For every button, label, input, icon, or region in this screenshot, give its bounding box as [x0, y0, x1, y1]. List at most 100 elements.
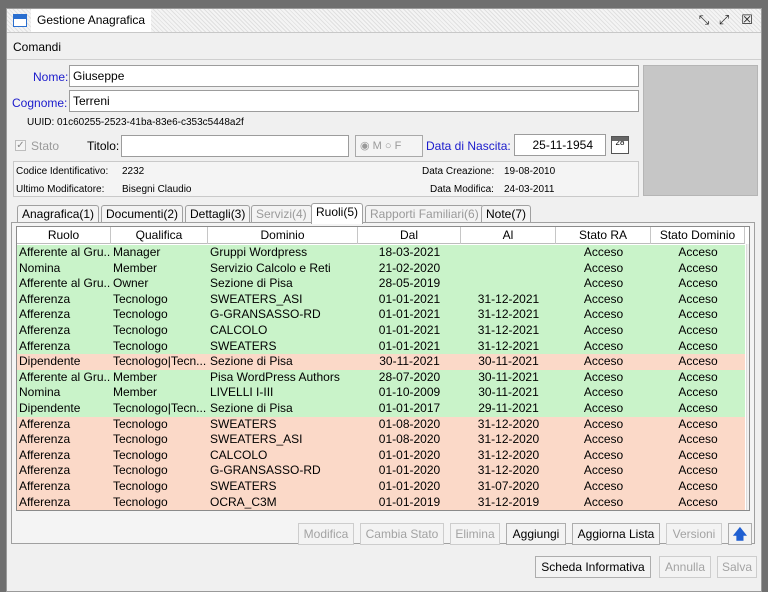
- cell-dal: 01-01-2021: [378, 323, 441, 337]
- photo-placeholder[interactable]: [643, 65, 758, 196]
- table-scrollbar[interactable]: ▲ ▼: [746, 244, 750, 510]
- menu-comandi[interactable]: Comandi: [13, 40, 61, 54]
- cell-dal: 01-01-2020: [378, 447, 441, 462]
- cell-dal: 21-02-2020: [378, 260, 441, 275]
- col-ruolo[interactable]: Ruolo: [17, 227, 111, 244]
- modifica-button[interactable]: Modifica: [298, 523, 354, 545]
- aggiorna-lista-button[interactable]: Aggiorna Lista: [572, 523, 660, 545]
- scroll-thumb[interactable]: [749, 278, 750, 322]
- titolo-input[interactable]: [121, 135, 349, 157]
- cell-qualifica: Member: [113, 385, 158, 400]
- scroll-down-icon[interactable]: ▼: [749, 496, 750, 507]
- scheda-informativa-button[interactable]: Scheda Informativa: [535, 556, 651, 578]
- table-row[interactable]: Afferenza Tecnologo CALCOLO 01-01-2021 31-12…: [17, 323, 745, 339]
- col-qualifica[interactable]: Qualifica: [111, 227, 208, 244]
- ruoli-table[interactable]: Ruolo Qualifica Dominio Dal Al Stato RA …: [16, 226, 750, 511]
- table-row[interactable]: Afferente al Gru... Manager Gruppi Wordpre…: [17, 245, 745, 261]
- cell-stato-ra: Acceso: [583, 291, 624, 306]
- modifica-value: 24-03-2011: [504, 184, 555, 195]
- table-row[interactable]: Afferenza Tecnologo SWEATERS 01-01-2020 31-0…: [17, 479, 745, 495]
- col-al[interactable]: Al: [461, 227, 556, 244]
- table-row[interactable]: Dipendente Tecnologo|Tecn... Sezione di Pi…: [17, 354, 745, 370]
- cell-stato-ra: Acceso: [583, 338, 624, 353]
- tab-anagrafica[interactable]: Anagrafica(1): [17, 205, 100, 223]
- cell-ruolo: Afferenza: [19, 291, 71, 306]
- table-row[interactable]: Afferente al Gru... Owner Sezione di Pisa 2…: [17, 276, 745, 292]
- table-row[interactable]: Afferenza Tecnologo SWEATERS 01-01-2021 31-1…: [17, 338, 745, 355]
- cell-dal: 01-01-2017: [378, 401, 441, 415]
- table-row[interactable]: Nomina Member LIVELLI I-III 01-10-2009 30-11…: [17, 385, 745, 401]
- table-row[interactable]: Afferenza Tecnologo G-GRANSASSO-RD 01-01-20…: [17, 463, 745, 479]
- nome-input[interactable]: Giuseppe: [69, 65, 639, 87]
- stato-checkbox[interactable]: ✓: [15, 140, 26, 151]
- cell-stato-dominio: Acceso: [678, 416, 718, 431]
- tab-rapporti-familiari[interactable]: Rapporti Familiari(6): [365, 205, 484, 223]
- cell-ruolo: Afferenza: [19, 494, 71, 509]
- cell-qualifica: Tecnologo: [113, 338, 168, 353]
- tab-dettagli[interactable]: Dettagli(3): [185, 205, 251, 223]
- salva-button[interactable]: Salva: [717, 556, 757, 578]
- versioni-button[interactable]: Versioni: [666, 523, 722, 545]
- cell-stato-dominio: Acceso: [678, 369, 718, 384]
- arrow-up-icon[interactable]: 🡅: [728, 523, 752, 545]
- elimina-button[interactable]: Elimina: [450, 523, 500, 545]
- table-row[interactable]: Dipendente Tecnologo|Tecn... Sezione di Pi…: [17, 401, 745, 417]
- cambia-stato-button[interactable]: Cambia Stato: [360, 523, 444, 545]
- cell-dominio: G-GRANSASSO-RD: [210, 463, 321, 478]
- col-stato-dominio[interactable]: Stato Dominio: [651, 227, 745, 244]
- col-dominio[interactable]: Dominio: [208, 227, 358, 244]
- aggiungi-button[interactable]: Aggiungi: [506, 523, 566, 545]
- record-info-box: Codice Identificativo: 2232 Data Creazio…: [13, 161, 639, 197]
- cell-stato-ra: Acceso: [583, 416, 624, 431]
- tab-servizi[interactable]: Servizi(4): [251, 205, 312, 223]
- menu-bar: Comandi: [7, 34, 761, 60]
- table-row[interactable]: Afferenza Tecnologo G-GRANSASSO-RD 01-01-20…: [17, 307, 745, 323]
- table-row[interactable]: Afferenza Tecnologo CALCOLO 01-01-2020 31-12…: [17, 447, 745, 464]
- cell-al: 31-12-2020: [477, 432, 540, 447]
- title-bar[interactable]: Gestione Anagrafica ⤡ ⤢ ☒: [7, 9, 761, 33]
- cell-al: 29-11-2021: [478, 401, 539, 415]
- cell-stato-dominio: Acceso: [678, 354, 718, 369]
- cell-dal: 01-08-2020: [378, 432, 441, 447]
- cell-dominio: SWEATERS_ASI: [210, 432, 303, 447]
- cell-dominio: G-GRANSASSO-RD: [210, 307, 321, 322]
- tab-note[interactable]: Note(7): [481, 205, 532, 223]
- radio-f[interactable]: ○ F: [385, 140, 401, 152]
- tab-documenti[interactable]: Documenti(2): [101, 205, 184, 223]
- radio-m[interactable]: ◉ M: [360, 140, 382, 152]
- cell-dominio: OCRA_C3M: [210, 494, 277, 509]
- cell-dominio: SWEATERS_ASI: [210, 291, 303, 306]
- cell-ruolo: Afferenza: [19, 338, 71, 353]
- cell-qualifica: Tecnologo: [113, 447, 168, 462]
- cell-dal: 18-03-2021: [378, 245, 441, 259]
- table-row[interactable]: Afferente al Gru... Member Pisa WordPress …: [17, 369, 745, 386]
- table-row[interactable]: Nomina Member Servizio Calcolo e Reti 21-02…: [17, 260, 745, 277]
- col-stato-ra[interactable]: Stato RA: [556, 227, 651, 244]
- cell-stato-dominio: Acceso: [678, 494, 718, 509]
- table-row[interactable]: Afferenza Tecnologo SWEATERS_ASI 01-01-2021…: [17, 291, 745, 308]
- scroll-up-icon[interactable]: ▲: [749, 247, 750, 258]
- expand-icon[interactable]: ⤢: [715, 12, 733, 30]
- shrink-icon[interactable]: ⤡: [695, 12, 713, 30]
- table-row[interactable]: Afferenza Tecnologo SWEATERS 01-08-2020 31-1…: [17, 416, 745, 433]
- close-icon[interactable]: ☒: [738, 12, 756, 30]
- cell-al: 31-12-2020: [477, 463, 540, 478]
- cell-dominio: Sezione di Pisa: [210, 401, 293, 415]
- cell-stato-dominio: Acceso: [678, 447, 718, 462]
- cell-stato-dominio: Acceso: [678, 276, 718, 291]
- cell-ruolo: Afferenza: [19, 307, 71, 322]
- cognome-input[interactable]: Terreni: [69, 90, 639, 112]
- sesso-radio-group[interactable]: ◉ M ○ F: [355, 135, 423, 157]
- cell-qualifica: Member: [113, 260, 158, 275]
- cell-qualifica: Owner: [113, 276, 149, 291]
- cell-al: 31-12-2019: [477, 494, 540, 509]
- data-nascita-input[interactable]: 25-11-1954: [514, 134, 606, 156]
- cell-dal: 01-01-2019: [378, 494, 441, 509]
- col-dal[interactable]: Dal: [358, 227, 461, 244]
- table-row[interactable]: Afferenza Tecnologo SWEATERS_ASI 01-08-2020…: [17, 432, 745, 448]
- annulla-button[interactable]: Annulla: [659, 556, 711, 578]
- table-row[interactable]: Afferenza Tecnologo OCRA_C3M 01-01-2019 31-1…: [17, 494, 745, 510]
- tab-ruoli[interactable]: Ruoli(5): [311, 203, 364, 224]
- modificatore-value: Bisegni Claudio: [122, 184, 192, 195]
- calendar-icon[interactable]: 28: [611, 136, 629, 154]
